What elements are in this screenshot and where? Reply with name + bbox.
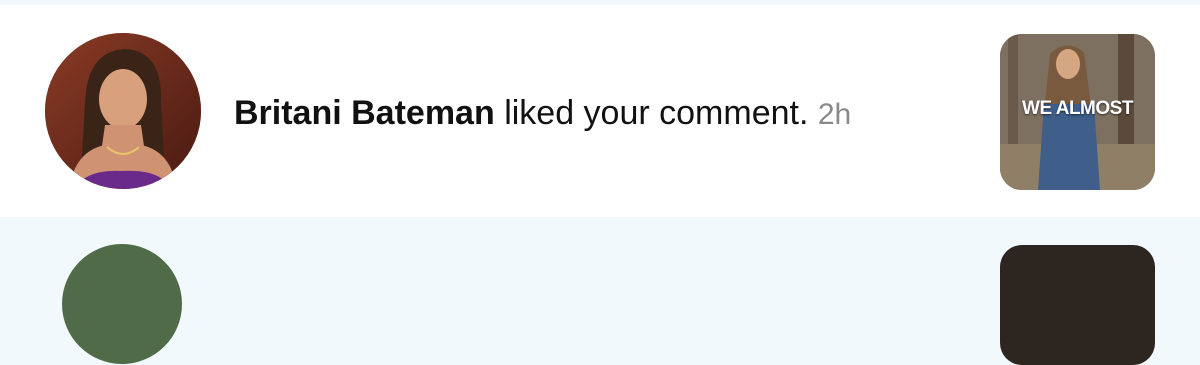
user-avatar[interactable] (45, 33, 201, 189)
next-post-thumbnail[interactable] (1000, 245, 1155, 365)
notification-timestamp: 2h (817, 98, 852, 131)
notification-text: Britani Bateman liked your comment. 2h (234, 93, 851, 135)
notification-username[interactable]: Britani Bateman (234, 94, 495, 132)
next-user-avatar[interactable] (62, 244, 182, 364)
user-avatar-photo-icon (45, 33, 201, 189)
post-thumbnail[interactable]: WE ALMOST (1000, 34, 1155, 190)
thumbnail-caption: WE ALMOST (1022, 98, 1133, 119)
notification-item[interactable]: Britani Bateman liked your comment. 2h W… (0, 5, 1200, 217)
notification-action: liked your comment. (504, 94, 809, 132)
